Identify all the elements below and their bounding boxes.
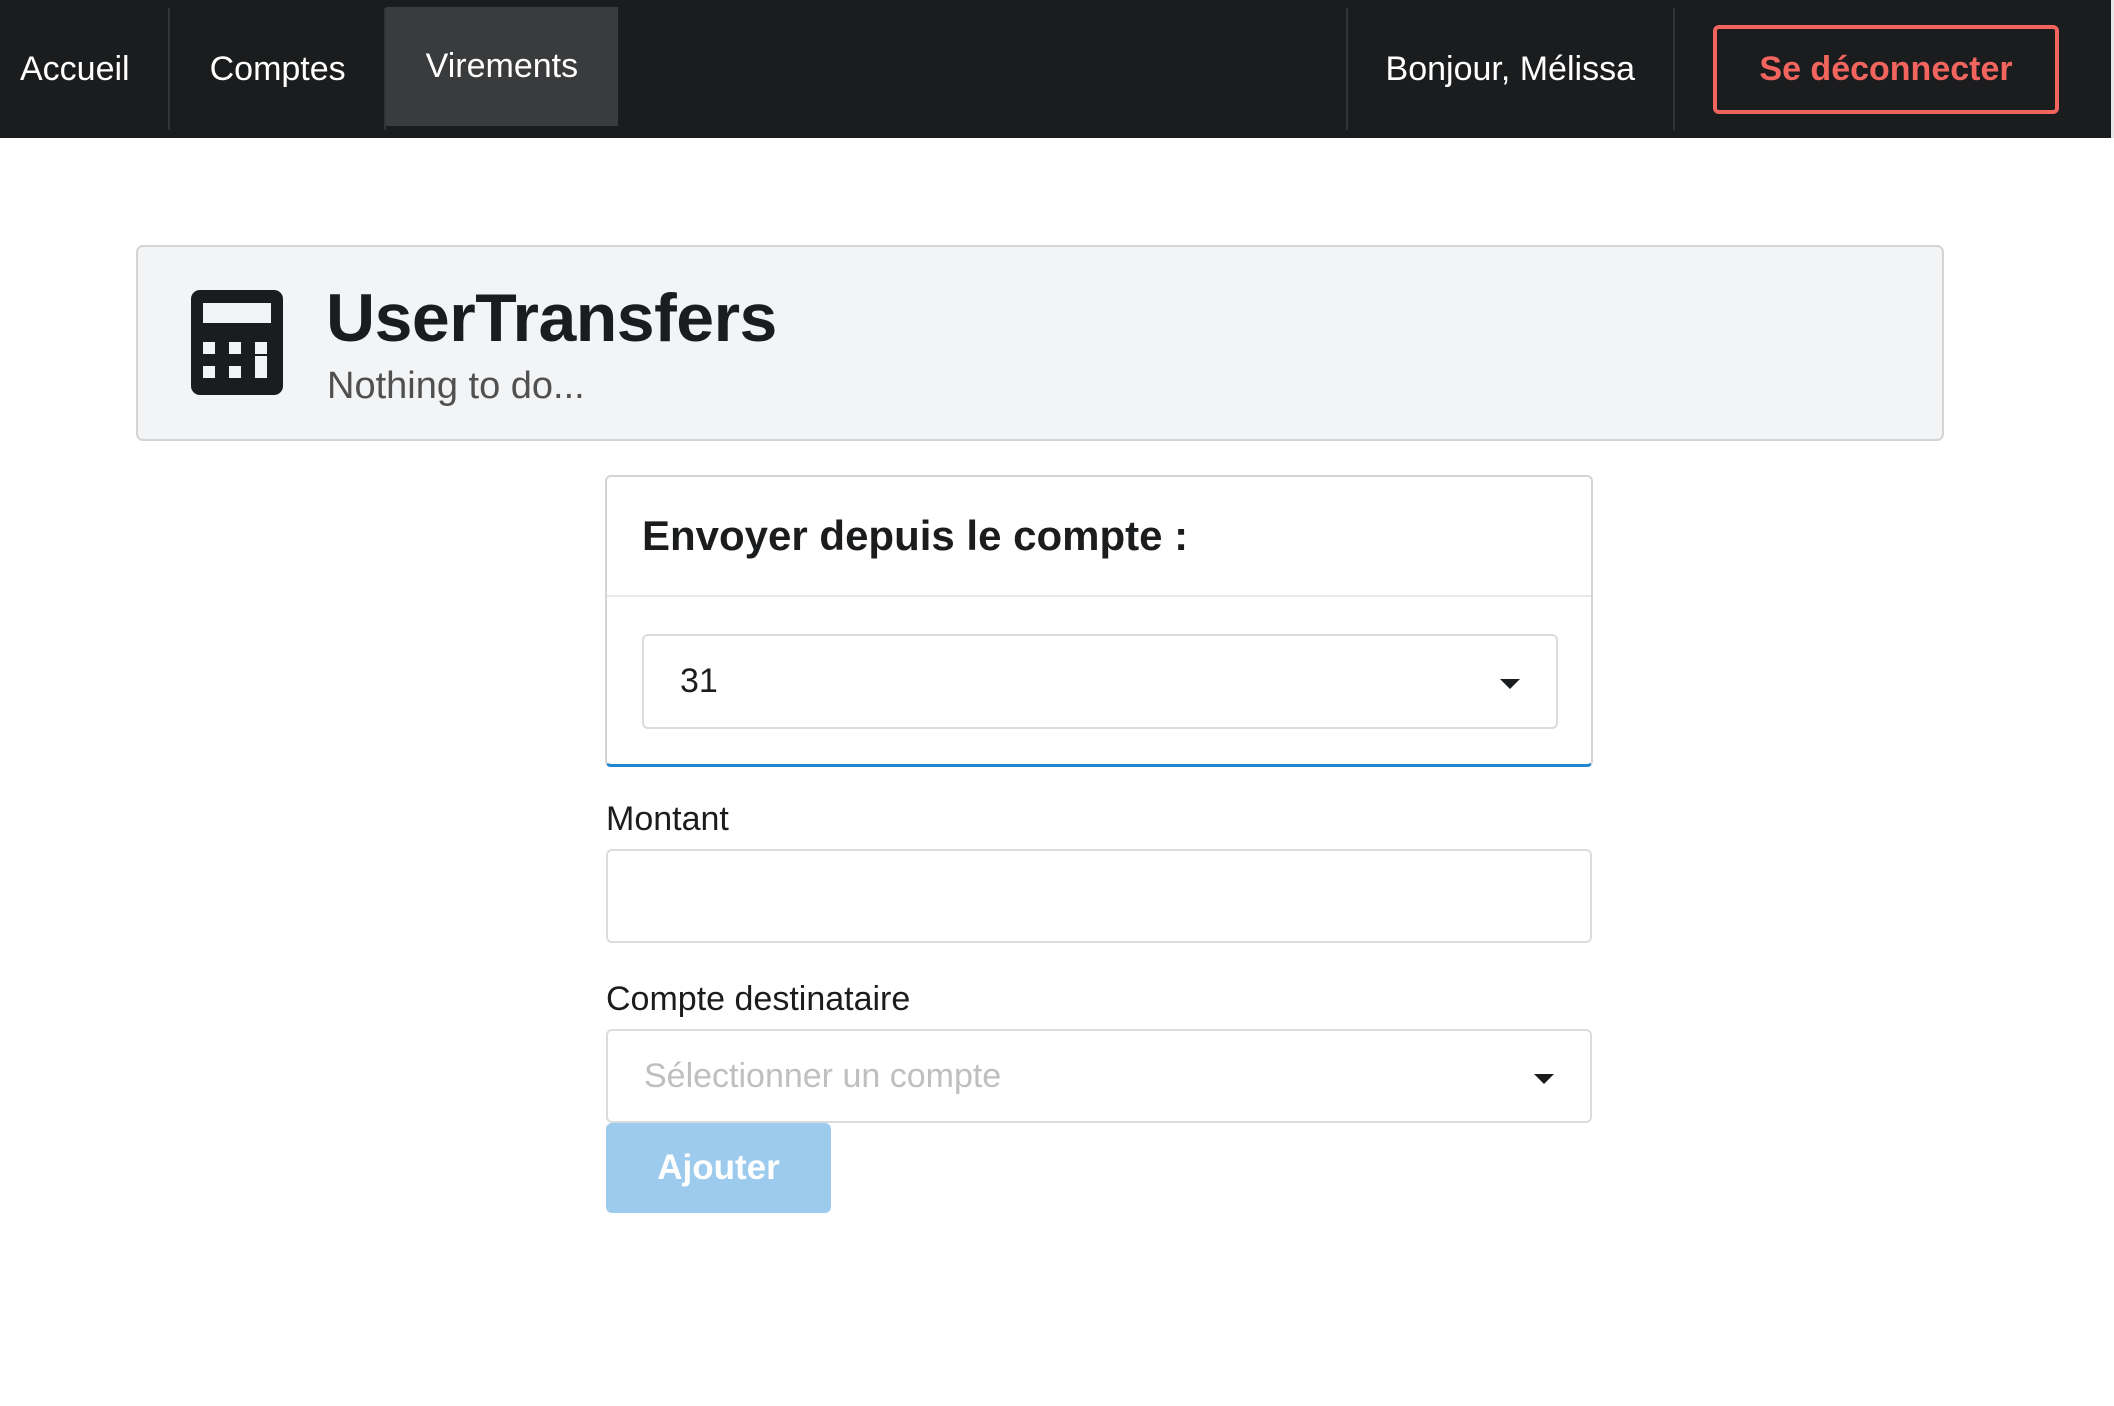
- nav-item-label: Virements: [425, 47, 579, 85]
- nav-item-virements[interactable]: Virements: [385, 7, 619, 126]
- greeting-text: Bonjour, Mélissa: [1385, 49, 1635, 88]
- top-navbar: Accueil Comptes Virements Bonjour, Mélis…: [0, 0, 2114, 138]
- page-subtitle: Nothing to do...: [327, 365, 585, 407]
- source-account-card: Envoyer depuis le compte : 31: [605, 475, 1593, 767]
- chevron-down-icon: [1500, 679, 1520, 689]
- nav-right-section: Bonjour, Mélissa Se déconnecter: [1345, 0, 2111, 138]
- nav-item-label: Comptes: [209, 49, 346, 88]
- source-account-select[interactable]: 31: [642, 634, 1558, 729]
- destination-label: Compte destinataire: [606, 980, 911, 1018]
- logout-container: Se déconnecter: [1675, 0, 2111, 138]
- logout-button[interactable]: Se déconnecter: [1713, 24, 2059, 114]
- source-account-value: 31: [680, 662, 718, 700]
- destination-placeholder: Sélectionner un compte: [644, 1056, 1002, 1095]
- nav-item-accueil[interactable]: Accueil: [0, 0, 170, 138]
- destination-account-select[interactable]: Sélectionner un compte: [606, 1029, 1592, 1123]
- amount-input[interactable]: [606, 849, 1592, 943]
- amount-label: Montant: [606, 800, 729, 838]
- user-greeting: Bonjour, Mélissa: [1345, 0, 1676, 138]
- source-account-heading: Envoyer depuis le compte :: [607, 477, 1591, 597]
- calculator-icon: [191, 290, 283, 395]
- page-title: UserTransfers: [326, 280, 777, 356]
- nav-item-comptes[interactable]: Comptes: [170, 0, 386, 138]
- page-header: UserTransfers Nothing to do...: [136, 245, 1944, 441]
- main-menu: Accueil Comptes Virements Bonjour, Mélis…: [0, 0, 2111, 138]
- nav-item-label: Accueil: [20, 49, 130, 88]
- chevron-down-icon: [1534, 1074, 1554, 1084]
- add-transfer-button[interactable]: Ajouter: [606, 1123, 831, 1213]
